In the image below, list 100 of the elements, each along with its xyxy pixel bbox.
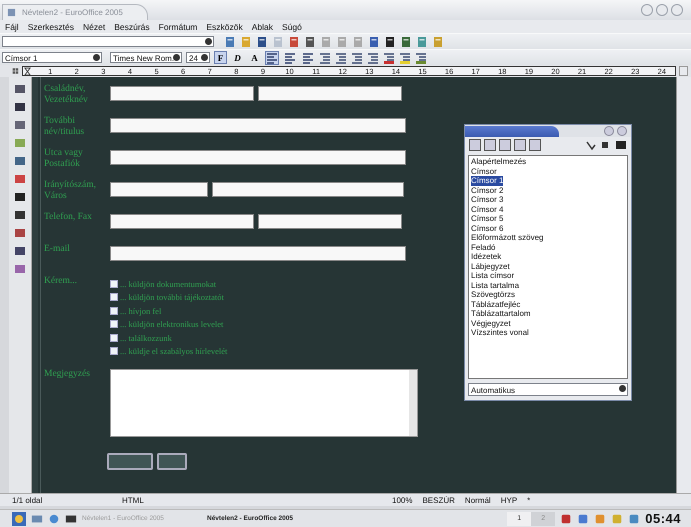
minimize-button[interactable] (641, 4, 653, 16)
tray-icon[interactable] (628, 512, 640, 524)
menu-item[interactable]: Fájl (5, 22, 19, 32)
highlighter-icon[interactable] (399, 52, 411, 64)
style-list-item[interactable]: Címsor 1 (471, 176, 504, 186)
browser-icon[interactable] (48, 512, 60, 524)
menu-item[interactable]: Eszközök (206, 22, 243, 32)
panel-close-button[interactable] (617, 126, 627, 136)
style-list-item[interactable]: Alapértelmezés (471, 157, 526, 166)
checkbox[interactable] (110, 280, 118, 288)
style-category-icon[interactable] (484, 139, 496, 151)
form-label: Kérem... (43, 276, 78, 288)
style-list-item[interactable]: Feladó (471, 242, 496, 252)
modified-indicator: * (527, 496, 530, 504)
scroll-up-button[interactable] (679, 66, 688, 76)
text-field[interactable] (110, 182, 208, 197)
style-list-item[interactable]: Szövegtörzs (471, 290, 516, 300)
text-field[interactable] (110, 118, 406, 133)
close-button[interactable] (671, 4, 683, 16)
font-name-dropdown[interactable]: Times New Rom. (110, 52, 182, 63)
app-icon (7, 8, 16, 17)
menu-item[interactable]: Beszúrás (114, 22, 150, 32)
start-menu-icon[interactable] (12, 512, 26, 526)
format-toggle[interactable]: F (214, 51, 227, 64)
style-list-item[interactable]: Címsor 4 (471, 204, 504, 214)
grid-icon[interactable] (12, 66, 19, 76)
checkbox[interactable] (110, 306, 118, 314)
align-icon[interactable] (301, 50, 315, 64)
menu-item[interactable]: Formátum (158, 22, 198, 32)
desktop-icon[interactable] (31, 512, 43, 524)
checkbox[interactable] (110, 334, 118, 342)
terminal-icon[interactable] (65, 512, 77, 524)
panel-button[interactable] (604, 126, 614, 136)
style-list-item[interactable]: Lista tartalma (471, 280, 520, 290)
background-icon[interactable] (415, 52, 427, 64)
text-field[interactable] (212, 182, 404, 197)
text-field[interactable] (258, 86, 402, 101)
menu-item[interactable]: Ablak (252, 22, 274, 32)
format-toggle[interactable]: D (231, 51, 244, 64)
reset-button[interactable] (157, 452, 187, 470)
checkbox-label: ... találkozzunk (120, 332, 172, 342)
menu-item[interactable]: Súgó (282, 22, 302, 32)
style-list-item[interactable]: Címsor 3 (471, 195, 504, 204)
form-label: Telefon, Fax (43, 212, 93, 224)
menu-item[interactable]: Szerkesztés (28, 22, 74, 32)
zoom-level: 100% (392, 496, 412, 504)
checkbox-label: ... küldjön további tájékoztatót (120, 292, 224, 302)
text-field[interactable] (110, 246, 406, 261)
menu-item[interactable]: Nézet (83, 22, 106, 32)
style-list-item[interactable]: Lista címsor (471, 271, 514, 280)
paragraph-style-dropdown[interactable]: Címsor 1 (2, 52, 102, 63)
text-field[interactable] (258, 214, 402, 229)
checkbox[interactable] (110, 293, 118, 301)
font-size-dropdown[interactable]: 24 (186, 52, 210, 63)
checkbox[interactable] (110, 347, 118, 355)
url-dropdown[interactable] (2, 36, 214, 47)
form-label: Családnév, Vezetéknév (43, 84, 89, 107)
style-category-icon[interactable] (469, 139, 481, 151)
vertical-scrollbar[interactable] (676, 77, 691, 493)
style-list-item[interactable]: Előformázott szöveg (471, 233, 544, 242)
form-label: Irányítószám, Város (43, 180, 97, 203)
style-list-item[interactable]: Idézetek (471, 252, 502, 262)
style-list-item[interactable]: Vízszintes vonal (471, 328, 529, 338)
form-label: Megjegyzés (43, 368, 91, 380)
text-field[interactable] (110, 150, 406, 165)
style-category-icon[interactable] (529, 139, 541, 151)
style-list-item[interactable]: Lábjegyzet (471, 262, 510, 271)
indent-icon[interactable] (351, 52, 363, 64)
submit-button[interactable] (107, 452, 153, 470)
text-field[interactable] (110, 214, 254, 229)
form-label: Utca vagy Postafiók (43, 148, 84, 171)
checkbox-label: ... küldjön elektronikus levelet (120, 319, 224, 329)
checkbox-label: ... küldjön dokumentumokat (120, 278, 216, 288)
style-category-icon[interactable] (514, 139, 526, 151)
align-icon[interactable] (283, 50, 297, 64)
clock: 05:44 (645, 511, 682, 526)
style-list-item[interactable]: Címsor 5 (471, 214, 504, 224)
checkbox[interactable] (110, 320, 118, 328)
scrollbar[interactable] (409, 370, 417, 436)
text-field[interactable] (110, 86, 254, 101)
style-filter-dropdown[interactable]: Automatikus (468, 383, 628, 396)
format-toggle[interactable]: A (248, 51, 261, 64)
font-color-icon[interactable] (383, 52, 395, 64)
maximize-button[interactable] (656, 4, 668, 16)
tab-stop-icon[interactable] (24, 66, 31, 76)
align-icon[interactable] (265, 50, 279, 64)
style-category-icon[interactable] (499, 139, 511, 151)
tray-icon[interactable] (577, 512, 590, 524)
style-list-item[interactable]: Címsor (471, 166, 497, 176)
style-list-item[interactable]: Táblázattartalom (471, 309, 531, 318)
indent-icon[interactable] (367, 52, 379, 64)
style-list-item[interactable]: Címsor 2 (471, 186, 504, 195)
comment-textarea[interactable] (110, 368, 418, 436)
style-list-item[interactable]: Címsor 6 (471, 224, 504, 233)
window-title: Névtelen2 - EuroOffice 2005 (2, 4, 148, 20)
list-icon[interactable] (319, 52, 331, 64)
style-list-item[interactable]: Táblázatfejléc (471, 300, 520, 309)
style-list-item[interactable]: Végjegyzet (471, 318, 511, 328)
tray-icon[interactable] (560, 512, 572, 524)
list-icon[interactable] (335, 52, 347, 64)
